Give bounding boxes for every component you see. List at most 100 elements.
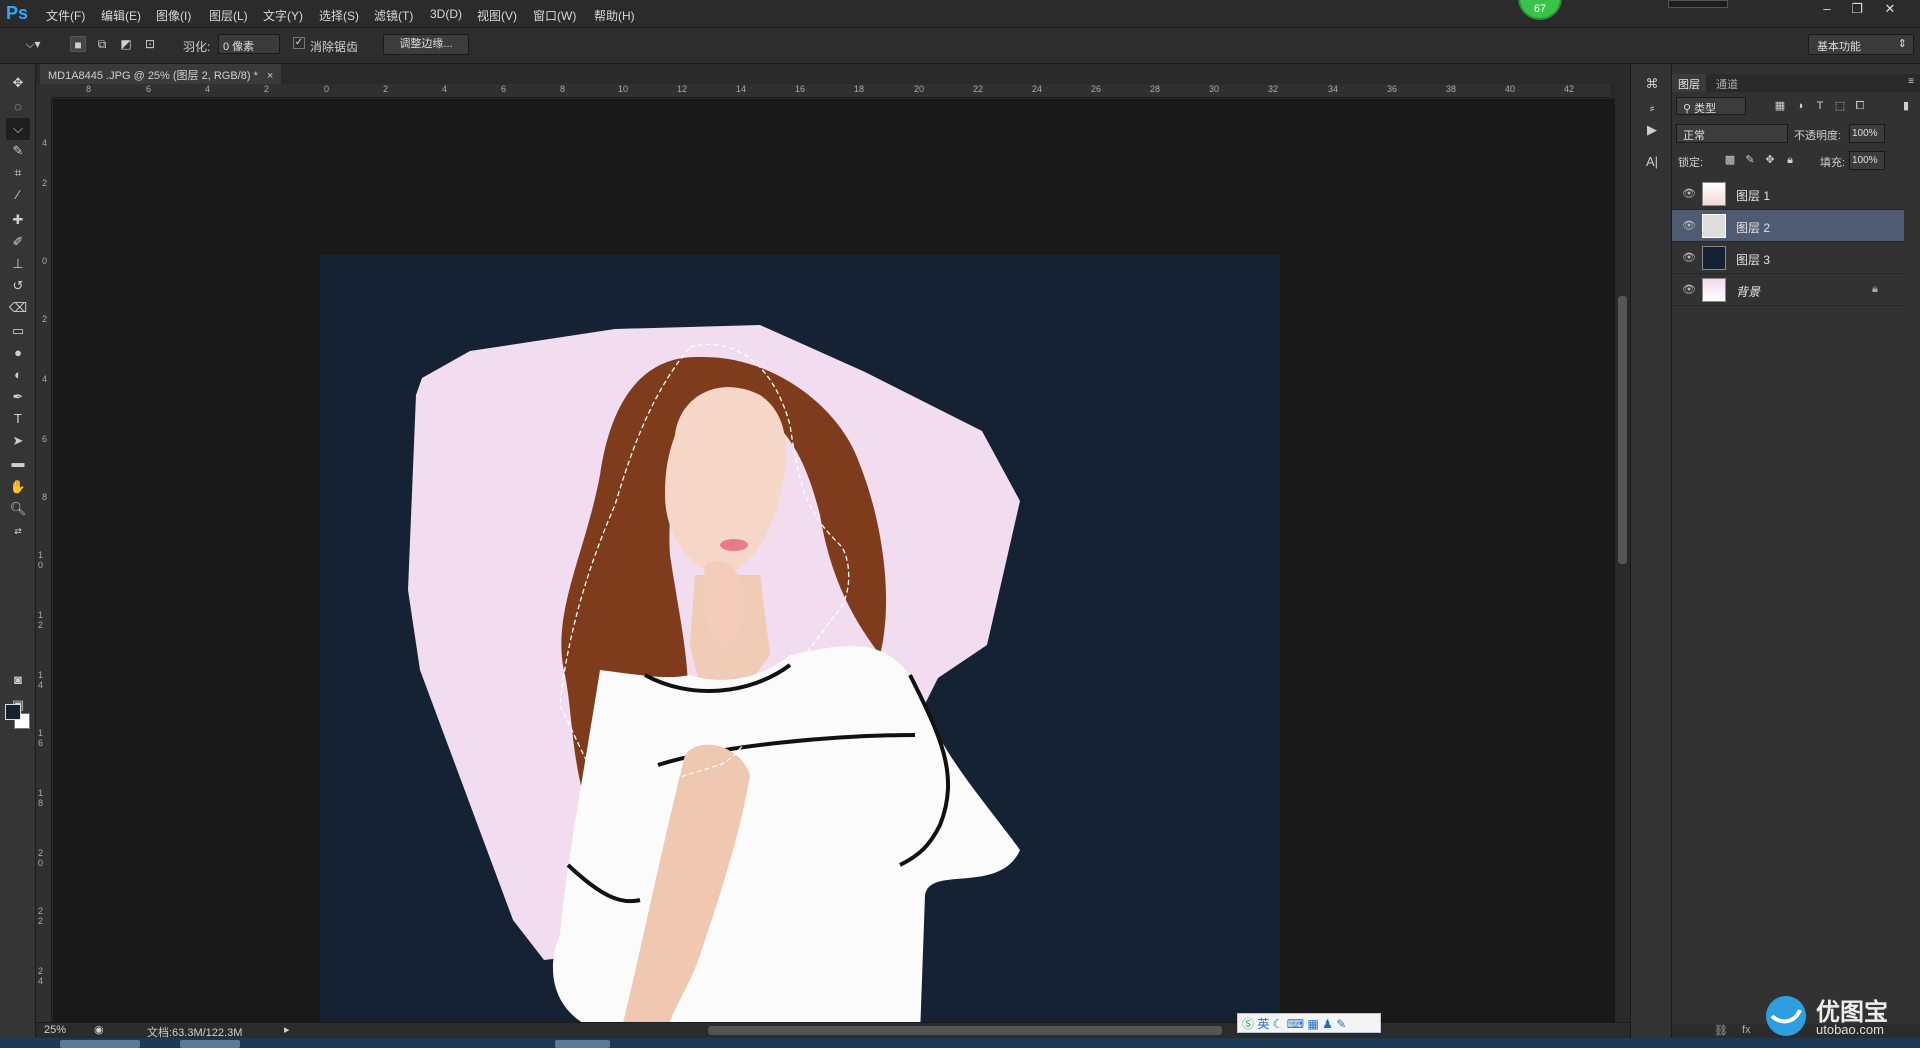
layer-filter-select[interactable]: ⚲ 类型 [1676, 97, 1746, 115]
intersect-selection-icon[interactable]: ⊡ [142, 36, 158, 52]
refine-edge-button[interactable]: 调整边缘... [383, 34, 469, 55]
add-selection-icon[interactable]: ⧉ [94, 36, 110, 52]
marquee-tool-icon[interactable]: ◌ [6, 96, 30, 118]
fill-input[interactable]: 100% [1849, 151, 1885, 170]
layer-name[interactable]: 图层 2 [1736, 219, 1770, 236]
eye-icon[interactable]: 👁︎ [1682, 219, 1696, 233]
status-menu-arrow-icon[interactable]: ▸ [284, 1023, 290, 1036]
blend-mode-select[interactable]: 正常 [1676, 124, 1788, 143]
zoom-tool-icon[interactable]: 🔍︎ [6, 498, 30, 520]
zoom-level[interactable]: 25% [44, 1024, 66, 1036]
lock-image-icon[interactable]: ✎ [1742, 152, 1758, 168]
close-tab-icon[interactable]: × [267, 70, 273, 82]
eyedropper-tool-icon[interactable]: ⁄ [6, 184, 30, 206]
layer-row[interactable]: 👁︎ 图层 2 [1672, 210, 1904, 242]
filter-shape-icon[interactable]: ⬚ [1832, 98, 1848, 114]
shape-tool-icon[interactable]: ▬ [6, 452, 30, 474]
link-layers-icon[interactable]: ⛓ [1714, 1024, 1728, 1037]
dodge-tool-icon[interactable]: ◐ [6, 364, 30, 386]
polygonal-lasso-tool-icon[interactable]: ⌵ [6, 118, 30, 140]
antialias-checkbox[interactable]: ✓ [293, 37, 305, 49]
eye-icon[interactable]: 👁︎ [1682, 283, 1696, 297]
taskbar-app[interactable] [555, 1040, 610, 1048]
lasso-preset-icon[interactable]: ⌵▾ [20, 36, 46, 52]
opacity-input[interactable]: 100% [1849, 124, 1885, 143]
path-select-tool-icon[interactable]: ➤ [6, 430, 30, 452]
menu-image[interactable]: 图像(I) [156, 7, 191, 24]
new-selection-icon[interactable]: ■ [70, 36, 86, 52]
history-brush-tool-icon[interactable]: ↺ [6, 275, 30, 297]
character-icon[interactable]: A| [1642, 152, 1662, 172]
gradient-tool-icon[interactable]: ▭ [6, 320, 30, 342]
feather-input[interactable]: 0 像素 [218, 34, 280, 54]
lock-position-icon[interactable]: ✥ [1762, 152, 1778, 168]
quick-select-tool-icon[interactable]: ✎ [6, 140, 30, 162]
lock-all-icon[interactable]: 🔒︎ [1782, 152, 1798, 168]
close-icon[interactable]: ✕ [1875, 0, 1905, 18]
brush-tool-icon[interactable]: ✐ [6, 231, 30, 253]
ruler-h-label: 10 [618, 84, 629, 94]
hand-tool-icon[interactable]: ✋ [6, 476, 30, 498]
tab-layers[interactable]: 图层 [1672, 74, 1706, 92]
menu-select[interactable]: 选择(S) [319, 7, 359, 24]
menu-3d[interactable]: 3D(D) [430, 7, 462, 21]
workspace-select[interactable]: 基本功能 ⇕ [1808, 34, 1914, 55]
layer-name[interactable]: 图层 3 [1736, 251, 1770, 268]
crop-tool-icon[interactable]: ⌗ [6, 162, 30, 184]
subtract-selection-icon[interactable]: ◩ [118, 36, 134, 52]
blur-tool-icon[interactable]: ● [6, 342, 30, 364]
tab-channels[interactable]: 通道 [1710, 74, 1744, 92]
fx-icon[interactable]: fx [1742, 1024, 1751, 1036]
horizontal-scroll-thumb[interactable] [708, 1026, 1222, 1035]
menu-edit[interactable]: 编辑(E) [101, 7, 141, 24]
status-info-icon[interactable]: ◉ [94, 1023, 104, 1036]
history-icon[interactable]: ⌘ [1642, 74, 1662, 94]
brush-presets-icon[interactable]: ⸗ [1642, 98, 1662, 118]
quick-mask-icon[interactable]: ◙ [6, 669, 30, 691]
canvas-area[interactable] [53, 99, 1615, 1022]
document-canvas[interactable] [320, 255, 1280, 1022]
minimize-icon[interactable]: – [1812, 0, 1842, 18]
ime-toolbar[interactable]: Ⓢ 英 ☾ ⌨ ▦ ♟ ✎ [1237, 1013, 1381, 1033]
lock-transparency-icon[interactable]: ▩ [1722, 152, 1738, 168]
filter-pixel-icon[interactable]: ▦ [1772, 98, 1788, 114]
taskbar-app[interactable] [180, 1040, 240, 1048]
layer-row[interactable]: 👁︎ 图层 3 [1672, 242, 1904, 274]
foreground-color-swatch[interactable] [5, 704, 21, 720]
pen-tool-icon[interactable]: ✒ [6, 386, 30, 408]
eraser-tool-icon[interactable]: ⌫ [6, 297, 30, 319]
layer-row[interactable]: 👁︎ 图层 1 [1672, 178, 1904, 210]
menu-file[interactable]: 文件(F) [46, 7, 85, 24]
actions-play-icon[interactable]: ▶ [1642, 120, 1662, 140]
eye-icon[interactable]: 👁︎ [1682, 187, 1696, 201]
menu-window[interactable]: 窗口(W) [533, 7, 576, 24]
clone-stamp-tool-icon[interactable]: ⊥ [6, 253, 30, 275]
filter-type-icon[interactable]: T [1812, 98, 1828, 114]
menu-help[interactable]: 帮助(H) [594, 7, 635, 24]
ruler-v-label: 2 4 [38, 966, 44, 986]
type-tool-icon[interactable]: T [6, 408, 30, 430]
filter-smart-object-icon[interactable]: ⧠ [1852, 98, 1868, 114]
filter-adjustment-icon[interactable]: ◑ [1792, 98, 1808, 114]
menu-filter[interactable]: 滤镜(T) [374, 7, 413, 24]
eye-icon[interactable]: 👁︎ [1682, 251, 1696, 265]
restore-icon[interactable]: ❐ [1842, 0, 1872, 18]
move-tool-icon[interactable]: ✥ [6, 72, 30, 94]
menu-layer[interactable]: 图层(L) [209, 7, 248, 24]
status-badge[interactable]: 67 [1518, 0, 1562, 20]
ime-mode[interactable]: 英 [1257, 1017, 1269, 1031]
panel-menu-icon[interactable]: ≡ [1908, 76, 1914, 87]
vertical-scroll-thumb[interactable] [1618, 296, 1627, 564]
swap-colors-icon[interactable]: ⇄ [6, 520, 30, 542]
taskbar-app[interactable] [60, 1040, 140, 1048]
filter-toggle-icon[interactable]: ▮ [1898, 98, 1914, 114]
panel-dock-icons: ⌘ ⸗ ▶ A| [1630, 64, 1672, 1038]
document-tab[interactable]: MD1A8445 .JPG @ 25% (图层 2, RGB/8) * × [40, 64, 282, 84]
layer-row[interactable]: 👁︎ 背景 🔒︎ [1672, 274, 1904, 306]
layer-name[interactable]: 背景 [1736, 283, 1760, 300]
healing-brush-tool-icon[interactable]: ✚ [6, 209, 30, 231]
menu-view[interactable]: 视图(V) [477, 7, 517, 24]
ruler-h-label: 0 [324, 84, 330, 94]
layer-name[interactable]: 图层 1 [1736, 187, 1770, 204]
menu-type[interactable]: 文字(Y) [263, 7, 303, 24]
